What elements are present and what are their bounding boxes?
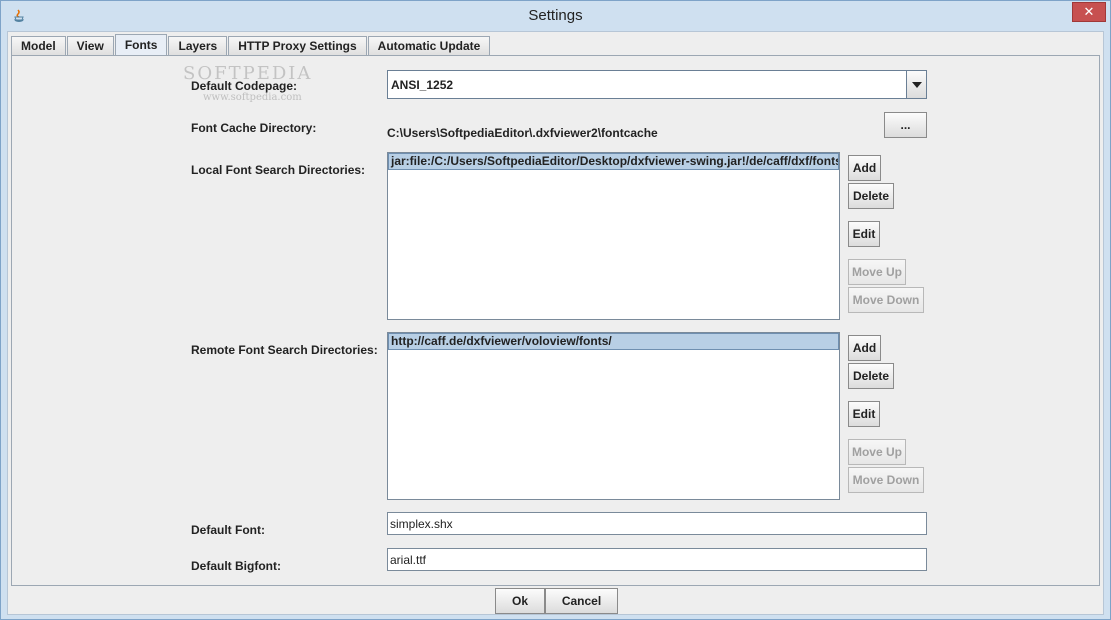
local-add-button[interactable]: Add <box>848 155 881 181</box>
tab-fonts[interactable]: Fonts <box>114 34 168 56</box>
default-codepage-value: ANSI_1252 <box>391 78 454 92</box>
cancel-button[interactable]: Cancel <box>545 588 618 614</box>
remote-move-down-button[interactable]: Move Down <box>848 467 924 493</box>
softpedia-watermark-url: www.softpedia.com <box>203 92 302 103</box>
window-title: Settings <box>528 7 583 24</box>
default-font-label: Default Font: <box>191 523 265 537</box>
local-move-up-button[interactable]: Move Up <box>848 259 906 285</box>
browse-button[interactable]: ... <box>884 112 927 138</box>
title-bar[interactable]: Settings ✕ <box>1 1 1110 31</box>
dialog-button-bar: Ok Cancel <box>8 588 1105 616</box>
tab-automatic-update[interactable]: Automatic Update <box>367 36 491 56</box>
list-item[interactable]: http://caff.de/dxfviewer/voloview/fonts/ <box>388 333 839 350</box>
local-font-search-label: Local Font Search Directories: <box>191 163 366 177</box>
tab-model[interactable]: Model <box>11 36 66 56</box>
remote-delete-button[interactable]: Delete <box>848 363 894 389</box>
tab-layers[interactable]: Layers <box>168 36 228 56</box>
remote-edit-button[interactable]: Edit <box>848 401 880 427</box>
settings-window: Settings ✕ Model View Fonts Layers HTTP … <box>0 0 1111 620</box>
local-font-search-list[interactable]: jar:file:/C:/Users/SoftpediaEditor/Deskt… <box>387 152 840 320</box>
font-cache-directory-value: C:\Users\SoftpediaEditor\.dxfviewer2\fon… <box>387 126 658 140</box>
dialog-content: Model View Fonts Layers HTTP Proxy Setti… <box>7 31 1104 615</box>
local-delete-button[interactable]: Delete <box>848 183 894 209</box>
remote-move-up-button[interactable]: Move Up <box>848 439 906 465</box>
local-move-down-button[interactable]: Move Down <box>848 287 924 313</box>
tab-strip: Model View Fonts Layers HTTP Proxy Setti… <box>11 34 491 56</box>
list-item[interactable]: jar:file:/C:/Users/SoftpediaEditor/Deskt… <box>388 153 839 170</box>
dropdown-arrow-icon[interactable] <box>906 71 926 98</box>
default-bigfont-input[interactable]: arial.ttf <box>387 548 927 571</box>
local-edit-button[interactable]: Edit <box>848 221 880 247</box>
remote-add-button[interactable]: Add <box>848 335 881 361</box>
default-font-input[interactable]: simplex.shx <box>387 512 927 535</box>
default-codepage-select[interactable]: ANSI_1252 <box>387 70 927 99</box>
close-button[interactable]: ✕ <box>1072 2 1106 22</box>
default-bigfont-label: Default Bigfont: <box>191 559 281 573</box>
remote-font-search-label: Remote Font Search Directories: <box>191 343 378 357</box>
default-codepage-label: Default Codepage: <box>191 79 298 93</box>
remote-font-search-list[interactable]: http://caff.de/dxfviewer/voloview/fonts/ <box>387 332 840 500</box>
ok-button[interactable]: Ok <box>495 588 545 614</box>
fonts-panel: SOFTPEDIA www.softpedia.com Default Code… <box>11 55 1100 586</box>
tab-http-proxy-settings[interactable]: HTTP Proxy Settings <box>228 36 367 56</box>
font-cache-directory-label: Font Cache Directory: <box>191 121 317 135</box>
tab-view[interactable]: View <box>66 36 114 56</box>
